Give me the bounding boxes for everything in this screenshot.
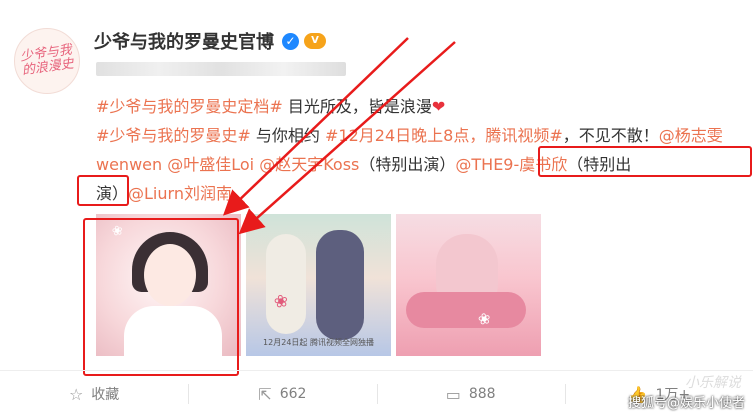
post-image-2[interactable]: ❀ 12月24日起 腾讯视频全网独播: [246, 214, 391, 356]
heart-icon: ❤: [431, 97, 446, 116]
favorite-label: 收藏: [91, 387, 120, 403]
mention-link[interactable]: @赵天宇Koss: [259, 155, 359, 174]
avatar-logo-text: 少爷与我 的浪漫史: [19, 42, 75, 79]
watermark: 搜狐号@娱乐小使者: [627, 396, 745, 411]
hashtag-link[interactable]: #少爷与我的罗曼史定档#: [96, 97, 283, 116]
mention-link[interactable]: @Liurn刘润南: [128, 184, 232, 203]
highlight-box-continuation: [77, 175, 129, 206]
comment-count: 888: [468, 386, 496, 402]
post-meta-blurred: [96, 62, 346, 76]
post-text-segment: 目光所及，皆是浪漫: [282, 97, 432, 116]
highlight-box-mention: [538, 146, 752, 177]
post-image-3[interactable]: ❀: [396, 214, 541, 356]
comment-icon: ▭: [445, 384, 461, 404]
hashtag-link[interactable]: #少爷与我的罗曼史#: [96, 126, 251, 145]
image-figure: [316, 230, 364, 340]
image-figure: [266, 234, 306, 334]
account-name[interactable]: 少爷与我的罗曼史官博: [94, 28, 274, 54]
highlight-box-image: [83, 218, 239, 376]
post-text-segment: （特别出演）: [359, 155, 456, 174]
favorite-button[interactable]: ☆ 收藏: [0, 371, 188, 417]
poster-release-text: 12月24日起 腾讯视频全网独播: [263, 338, 374, 347]
post-text-segment: ，不见不散！: [562, 126, 659, 145]
star-icon: ☆: [68, 384, 84, 404]
post-header: 少爷与我的罗曼史官博 ✓ V: [94, 28, 326, 54]
account-avatar[interactable]: 少爷与我 的浪漫史: [14, 28, 80, 94]
hashtag-link[interactable]: #12月24日晚上8点，腾讯视频#: [325, 126, 563, 145]
vip-badge-icon: V: [304, 33, 326, 49]
post-text-segment: 与你相约: [250, 126, 326, 145]
image-figure: [406, 292, 526, 328]
repost-button[interactable]: ⇱ 662: [188, 371, 376, 417]
comment-button[interactable]: ▭ 888: [376, 371, 565, 417]
repost-count: 662: [279, 386, 307, 402]
share-icon: ⇱: [258, 384, 272, 404]
watermark-secondary: 小乐解说: [685, 375, 741, 391]
verified-badge-icon: ✓: [282, 32, 299, 50]
mention-link[interactable]: @叶盛佳Loi: [167, 155, 254, 174]
